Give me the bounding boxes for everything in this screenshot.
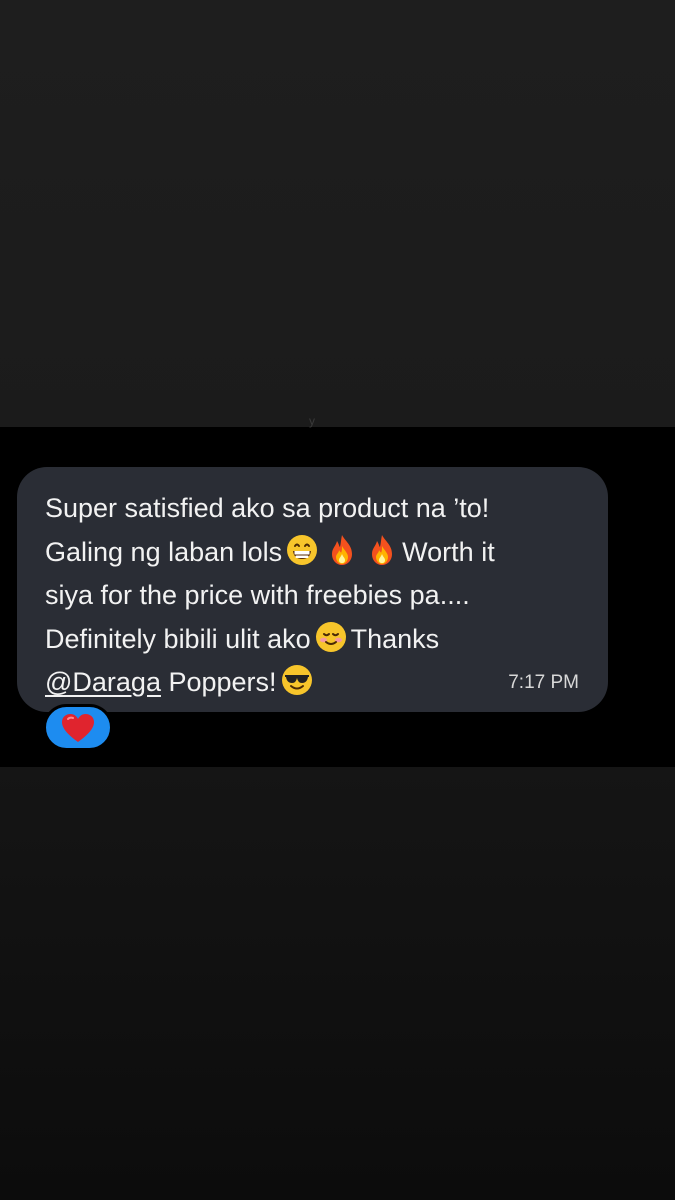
message-line: siya for the price with freebies pa....	[45, 574, 580, 618]
message-line: Definitely bibili ulit ako Thanks	[45, 618, 580, 662]
sunglasses-face-icon	[281, 664, 313, 696]
message-line: Super satisfied ako sa product na ’to!	[45, 487, 580, 531]
red-heart-icon	[62, 713, 94, 742]
screenshot-page: y Super satisfied ako sa product na ’to!…	[0, 0, 675, 1200]
message-bubble[interactable]: Super satisfied ako sa product na ’to! G…	[17, 467, 608, 712]
message-text: siya for the price with freebies pa....	[45, 580, 470, 610]
blurred-bottom-area	[0, 767, 675, 1200]
message-text: Thanks	[350, 623, 440, 654]
fire-icon	[366, 534, 398, 566]
blurred-top-area	[0, 0, 675, 427]
message-line: @Daraga Poppers!	[45, 661, 580, 705]
message-text: Super satisfied ako sa product na ’to!	[45, 493, 490, 523]
message-text: Definitely bibili ulit ako	[45, 623, 311, 654]
mention-link[interactable]: @Daraga	[45, 667, 161, 697]
grinning-face-icon	[286, 534, 318, 566]
reaction-badge[interactable]	[43, 704, 113, 751]
message-timestamp: 7:17 PM	[508, 672, 579, 693]
smiling-face-icon	[315, 621, 347, 653]
fire-icon	[326, 534, 358, 566]
faint-text-fragment: y	[309, 414, 315, 428]
message-line: Galing ng laban lols Worth it	[45, 531, 580, 575]
message-text: Poppers!	[168, 667, 277, 697]
message-text: Galing ng laban lols	[45, 536, 283, 567]
message-text: Worth it	[402, 536, 495, 567]
